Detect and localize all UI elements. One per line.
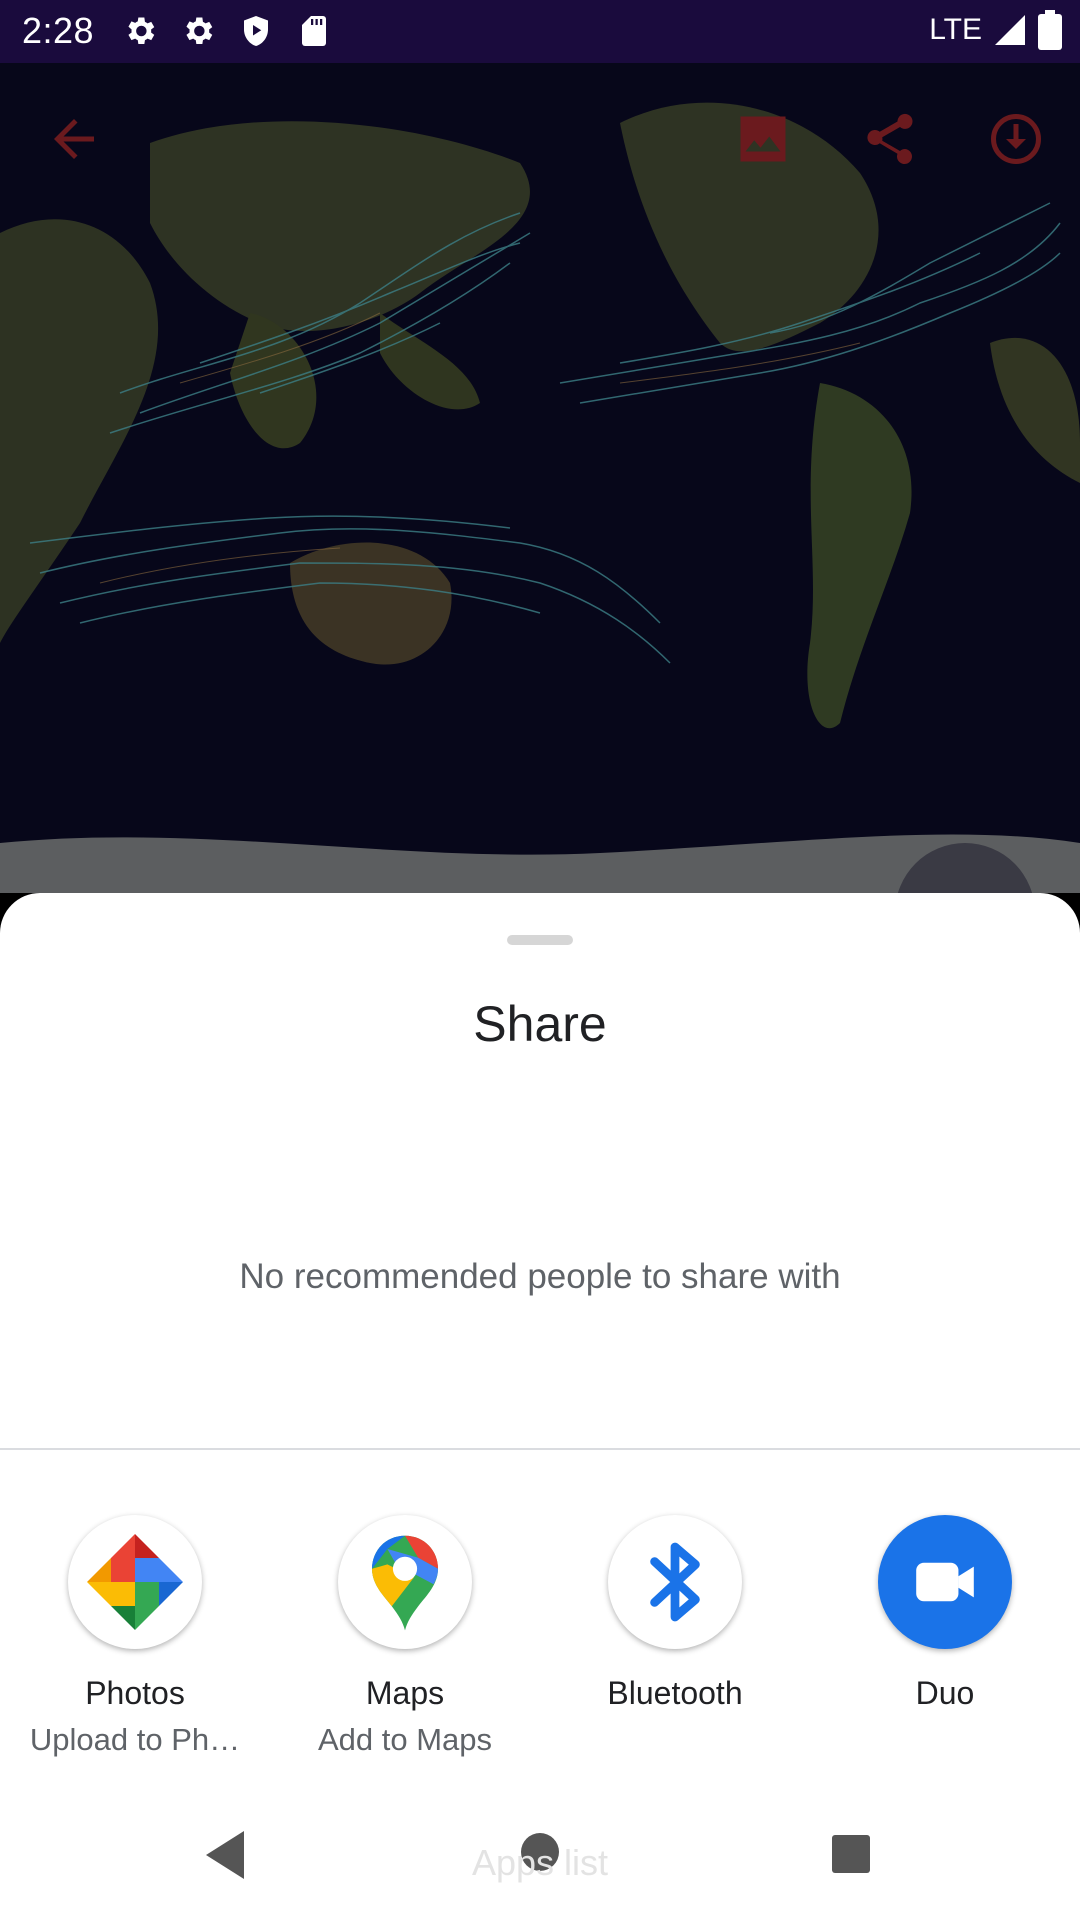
- back-arrow-icon[interactable]: [44, 109, 104, 169]
- signal-icon: [995, 15, 1025, 45]
- network-type: LTE: [929, 13, 982, 46]
- share-icon[interactable]: [860, 109, 920, 169]
- sd-card-icon: [296, 13, 332, 49]
- shield-play-icon: [238, 13, 274, 49]
- maps-icon: [338, 1515, 472, 1649]
- share-target-bluetooth[interactable]: Bluetooth: [540, 1515, 810, 1712]
- share-sheet: Share No recommended people to share wit…: [0, 893, 1080, 1920]
- settings-icon: [122, 13, 158, 49]
- no-recommended-people-message: No recommended people to share with: [239, 1257, 841, 1296]
- app-name: Duo: [915, 1675, 975, 1711]
- share-targets: Photos Upload to Ph… Maps Add to Maps Bl…: [0, 1515, 1080, 1765]
- app-subtitle: Add to Maps: [317, 1722, 493, 1757]
- apps-list-label: Apps list: [471, 1842, 609, 1883]
- share-title: Share: [473, 996, 607, 1052]
- share-target-photos[interactable]: Photos Upload to Ph…: [0, 1515, 270, 1758]
- app-name: Maps: [365, 1675, 445, 1711]
- status-time: 2:28: [22, 10, 95, 51]
- app-name: Bluetooth: [607, 1675, 743, 1711]
- bluetooth-icon: [608, 1515, 742, 1649]
- status-bar: 2:28 LTE: [0, 0, 1080, 63]
- notification-icons: [122, 13, 332, 49]
- app-subtitle: Upload to Ph…: [29, 1722, 241, 1757]
- battery-icon: [1038, 10, 1062, 50]
- photos-icon: [68, 1515, 202, 1649]
- drag-handle[interactable]: [507, 935, 573, 945]
- share-target-maps[interactable]: Maps Add to Maps: [270, 1515, 540, 1758]
- download-icon[interactable]: [986, 109, 1046, 169]
- share-target-duo[interactable]: Duo: [810, 1515, 1080, 1712]
- status-right: LTE: [929, 10, 1062, 50]
- app-name: Photos: [85, 1675, 185, 1711]
- divider: [0, 1448, 1080, 1450]
- image-icon[interactable]: [733, 109, 793, 169]
- settings-icon: [180, 13, 216, 49]
- duo-icon: [878, 1515, 1012, 1649]
- storm-track-map: [0, 63, 1080, 893]
